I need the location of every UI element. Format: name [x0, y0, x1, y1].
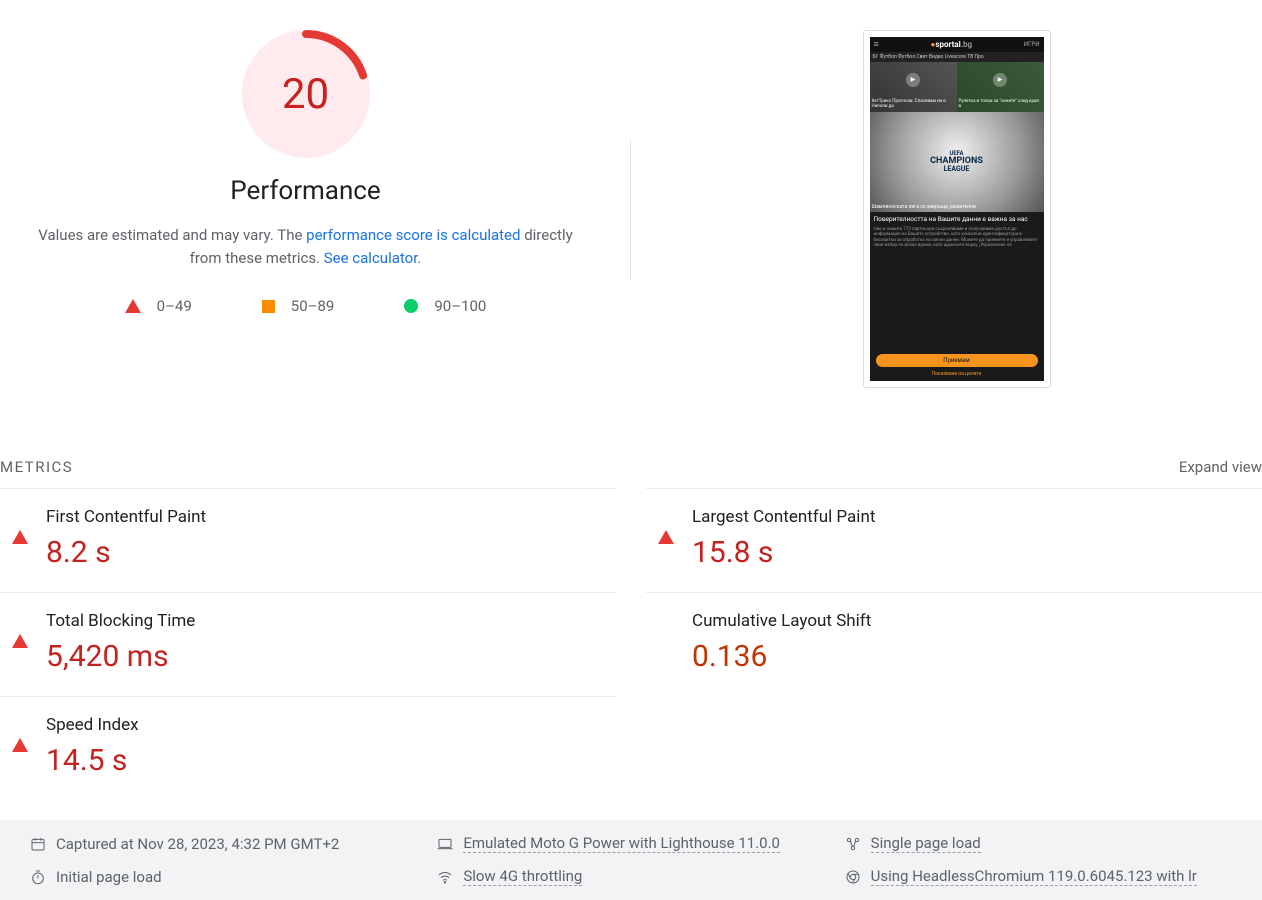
metric-value: 14.5 s: [46, 743, 139, 778]
triangle-icon: [12, 719, 28, 752]
metric-title: Largest Contentful Paint: [692, 507, 875, 527]
metric-value: 5,420 ms: [46, 639, 195, 674]
triangle-icon: [12, 615, 28, 648]
chrome-icon: [845, 869, 861, 885]
gauge-description: Values are estimated and may vary. The p…: [36, 224, 576, 269]
triangle-icon: [12, 511, 28, 544]
device-icon: [437, 836, 453, 852]
metric-title: Speed Index: [46, 715, 139, 735]
footer-throttling: Slow 4G throttling: [437, 867, 824, 886]
footer-initial-load: Initial page load: [30, 867, 417, 886]
footer-captured: Captured at Nov 28, 2023, 4:32 PM GMT+2: [30, 834, 417, 853]
metric-fcp: First Contentful Paint 8.2 s: [0, 488, 616, 592]
legend-mid: 50–89: [262, 297, 335, 315]
network-icon: [437, 869, 453, 885]
legend-low: 0–49: [125, 297, 192, 315]
samples-icon: [845, 836, 861, 852]
footer-single-load: Single page load: [845, 834, 1232, 853]
metric-title: Cumulative Layout Shift: [692, 611, 871, 631]
page-screenshot: ≡ ●sportal.bg ИГРИ БГ Футбол Футбол Свят…: [863, 30, 1051, 388]
performance-gauge-section: 20 Performance Values are estimated and …: [0, 30, 631, 388]
score-legend: 0–49 50–89 90–100: [125, 297, 487, 315]
stopwatch-icon: [30, 869, 46, 885]
metric-value: 8.2 s: [46, 535, 206, 570]
metric-title: First Contentful Paint: [46, 507, 206, 527]
env-footer: Captured at Nov 28, 2023, 4:32 PM GMT+2 …: [0, 820, 1262, 900]
metric-value: 0.136: [692, 639, 871, 674]
calendar-icon: [30, 836, 46, 852]
gauge-title: Performance: [230, 176, 380, 206]
metric-value: 15.8 s: [692, 535, 875, 570]
metric-lcp: Largest Contentful Paint 15.8 s: [646, 488, 1262, 592]
metric-cls: Cumulative Layout Shift 0.136: [646, 592, 1262, 696]
triangle-icon: [125, 299, 141, 313]
circle-icon: [404, 299, 418, 313]
metrics-grid: First Contentful Paint 8.2 s Total Block…: [0, 488, 1262, 800]
footer-chromium: Using HeadlessChromium 119.0.6045.123 wi…: [845, 867, 1232, 886]
score-gauge: 20: [242, 30, 370, 158]
metric-tbt: Total Blocking Time 5,420 ms: [0, 592, 616, 696]
see-calculator-link[interactable]: See calculator: [324, 249, 418, 267]
square-icon: [262, 300, 275, 313]
metric-title: Total Blocking Time: [46, 611, 195, 631]
screenshot-section: ≡ ●sportal.bg ИГРИ БГ Футбол Футбол Свят…: [631, 30, 1262, 388]
metrics-heading: METRICS: [0, 458, 73, 476]
score-value: 20: [242, 30, 370, 158]
metric-si: Speed Index 14.5 s: [0, 696, 616, 800]
score-calc-link[interactable]: performance score is calculated: [306, 226, 520, 244]
expand-view-toggle[interactable]: Expand view: [1179, 458, 1262, 476]
triangle-icon: [658, 511, 674, 544]
footer-emulated: Emulated Moto G Power with Lighthouse 11…: [437, 834, 824, 853]
legend-high: 90–100: [404, 297, 486, 315]
